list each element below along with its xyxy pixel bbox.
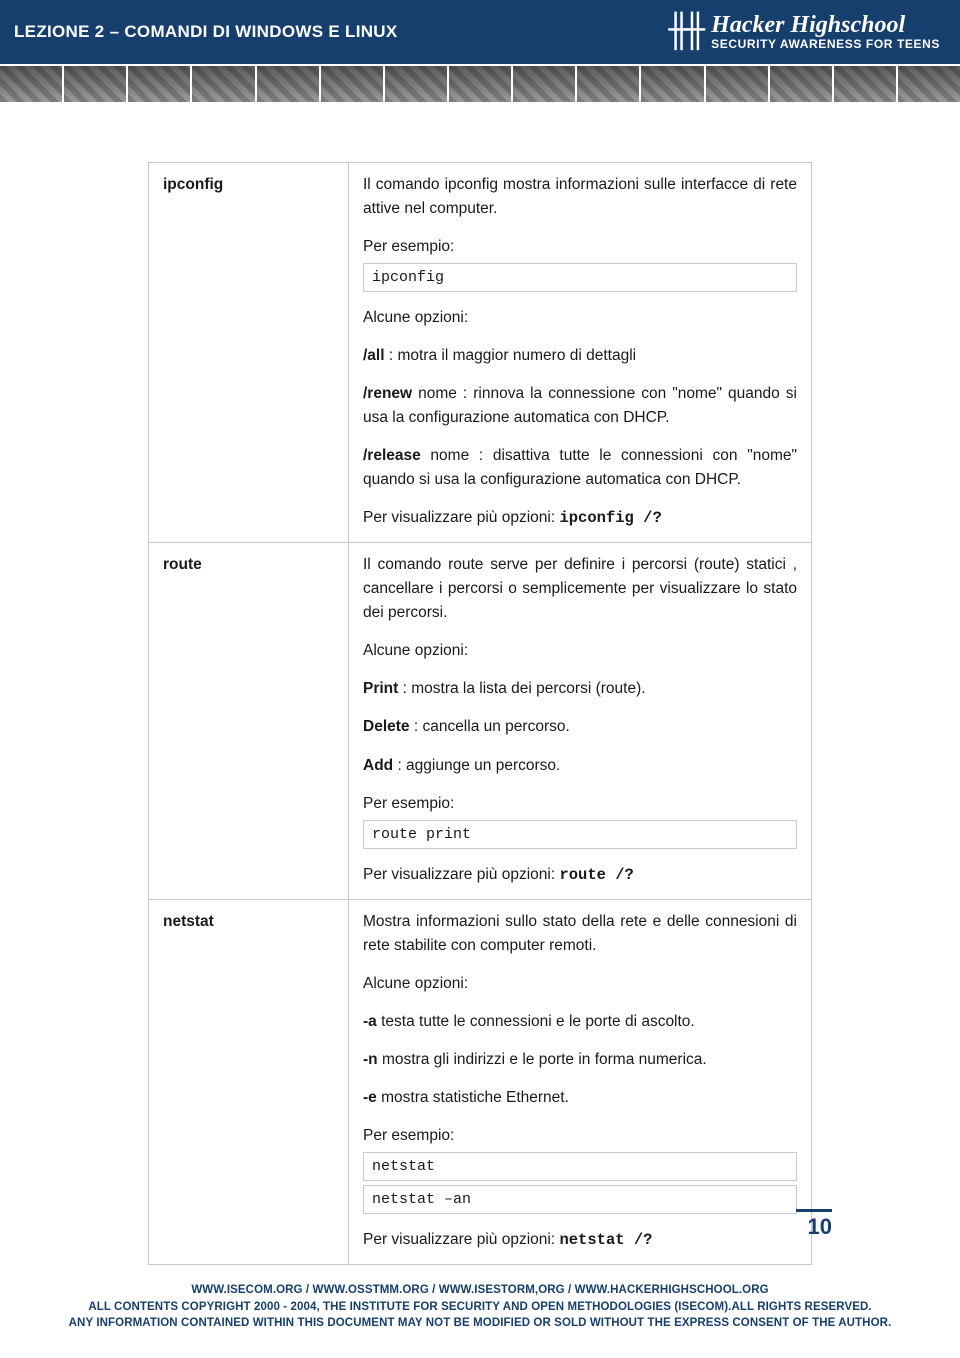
more-options-cmd: ipconfig /? [559,509,661,527]
intro-text: Il comando ipconfig mostra informazioni … [363,173,797,221]
brand-tagline: SECURITY AWARENESS FOR TEENS [711,38,940,51]
option-line: Add : aggiunge un percorso. [363,754,797,778]
code-box: ipconfig [363,263,797,292]
option-text: : aggiunge un percorso. [393,757,560,774]
more-options-cmd: netstat /? [559,1231,652,1249]
option-flag: Add [363,757,393,774]
option-text: nome : disattiva tutte le connessioni co… [363,447,797,488]
option-line: /renew nome : rinnova la connessione con… [363,382,797,430]
option-flag: Print [363,680,398,697]
command-name-cell: netstat [149,899,349,1265]
collage-tile [64,66,128,102]
option-flag: Delete [363,718,410,735]
options-label: Alcune opzioni: [363,972,797,996]
option-text: mostra gli indirizzi e le porte in forma… [378,1051,707,1068]
commands-table: ipconfig Il comando ipconfig mostra info… [148,162,812,1265]
table-row: ipconfig Il comando ipconfig mostra info… [149,163,812,543]
intro-text: Mostra informazioni sullo stato della re… [363,910,797,958]
more-options-pre: Per visualizzare più opzioni: [363,866,559,883]
option-line: -e mostra statistiche Ethernet. [363,1086,797,1110]
lesson-title: LEZIONE 2 – COMANDI DI WINDOWS E LINUX [14,22,398,42]
command-desc-cell: Il comando ipconfig mostra informazioni … [349,163,812,543]
photo-collage-strip [0,64,960,106]
more-options-cmd: route /? [559,866,633,884]
option-flag: /all [363,347,385,364]
example-label: Per esempio: [363,792,797,816]
page-header: LEZIONE 2 – COMANDI DI WINDOWS E LINUX ╫… [0,0,960,64]
page-footer: WWW.ISECOM.ORG / WWW.OSSTMM.ORG / WWW.IS… [0,1282,960,1332]
page-number: 10 [796,1209,832,1240]
collage-tile [0,66,64,102]
collage-tile [128,66,192,102]
more-options-line: Per visualizzare più opzioni: route /? [363,863,797,887]
option-text: : motra il maggior numero di dettagli [385,347,637,364]
brand-logo: ╫╫ Hacker Highschool SECURITY AWARENESS … [668,13,946,51]
collage-tile [385,66,449,102]
options-label: Alcune opzioni: [363,306,797,330]
option-flag: /release [363,447,421,464]
collage-tile [321,66,385,102]
option-line: /all : motra il maggior numero di dettag… [363,344,797,368]
collage-tile [770,66,834,102]
more-options-pre: Per visualizzare più opzioni: [363,1231,559,1248]
collage-tile [706,66,770,102]
code-box: netstat –an [363,1185,797,1214]
collage-tile [834,66,898,102]
collage-tile [641,66,705,102]
command-name-cell: route [149,543,349,899]
option-text: mostra statistiche Ethernet. [377,1089,569,1106]
option-text: nome : rinnova la connessione con "nome"… [363,385,797,426]
option-flag: -a [363,1013,377,1030]
footer-line-3: ANY INFORMATION CONTAINED WITHIN THIS DO… [40,1315,920,1332]
table-row: netstat Mostra informazioni sullo stato … [149,899,812,1265]
example-label: Per esempio: [363,1124,797,1148]
collage-tile [449,66,513,102]
option-flag: -e [363,1089,377,1106]
collage-tile [577,66,641,102]
more-options-line: Per visualizzare più opzioni: ipconfig /… [363,506,797,530]
option-text: testa tutte le connessioni e le porte di… [377,1013,695,1030]
option-line: /release nome : disattiva tutte le conne… [363,444,797,492]
command-desc-cell: Il comando route serve per definire i pe… [349,543,812,899]
brand-text: Hacker Highschool SECURITY AWARENESS FOR… [711,13,940,51]
collage-tile [257,66,321,102]
option-text: : cancella un percorso. [410,718,570,735]
brand-name: Hacker Highschool [711,13,940,38]
option-flag: /renew [363,385,412,402]
content-area: ipconfig Il comando ipconfig mostra info… [0,106,960,1265]
more-options-line: Per visualizzare più opzioni: netstat /? [363,1228,797,1252]
option-line: Print : mostra la lista dei percorsi (ro… [363,677,797,701]
collage-tile [898,66,960,102]
collage-tile [513,66,577,102]
collage-tile [192,66,256,102]
option-flag: -n [363,1051,378,1068]
option-line: -a testa tutte le connessioni e le porte… [363,1010,797,1034]
option-line: Delete : cancella un percorso. [363,715,797,739]
table-row: route Il comando route serve per definir… [149,543,812,899]
footer-line-2: ALL CONTENTS COPYRIGHT 2000 - 2004, THE … [40,1299,920,1316]
option-text: : mostra la lista dei percorsi (route). [398,680,645,697]
code-box: netstat [363,1152,797,1181]
command-desc-cell: Mostra informazioni sullo stato della re… [349,899,812,1265]
option-line: -n mostra gli indirizzi e le porte in fo… [363,1048,797,1072]
options-label: Alcune opzioni: [363,639,797,663]
logo-mark-icon: ╫╫ [668,15,701,49]
more-options-pre: Per visualizzare più opzioni: [363,509,559,526]
footer-line-1: WWW.ISECOM.ORG / WWW.OSSTMM.ORG / WWW.IS… [40,1282,920,1299]
command-name-cell: ipconfig [149,163,349,543]
example-label: Per esempio: [363,235,797,259]
intro-text: Il comando route serve per definire i pe… [363,553,797,625]
code-box: route print [363,820,797,849]
